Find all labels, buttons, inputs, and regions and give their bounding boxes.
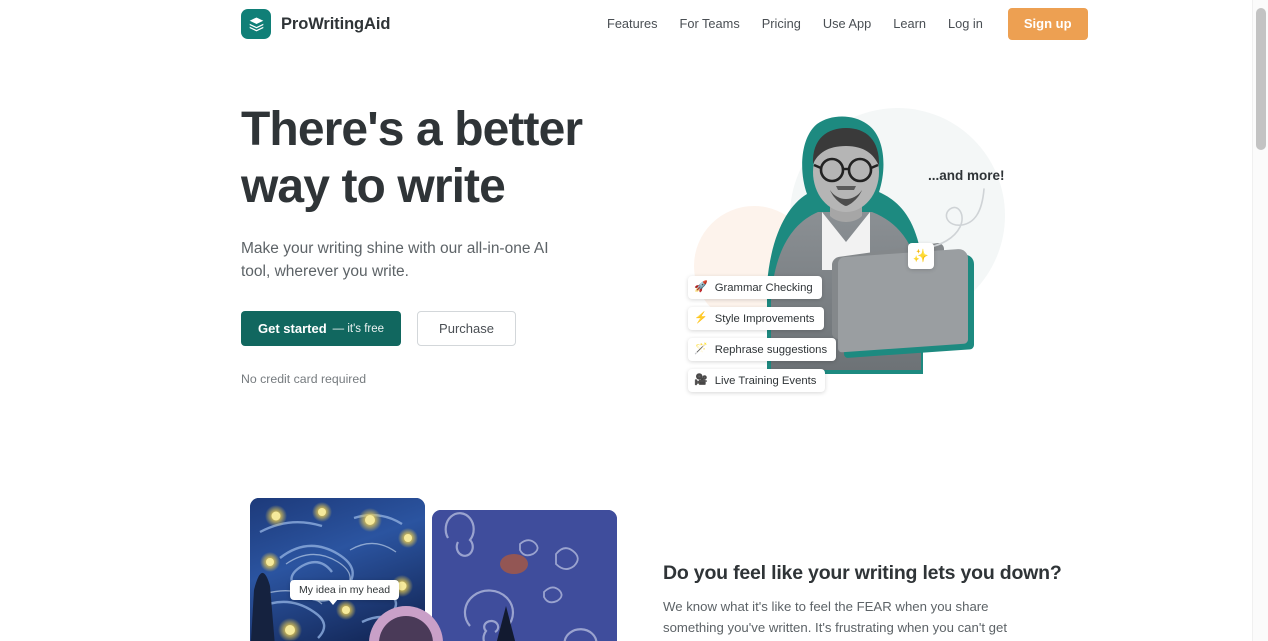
writing-lets-you-down-section: My idea in my head Do you feel like your… bbox=[0, 468, 1252, 641]
feature-chip-label: Rephrase suggestions bbox=[714, 343, 828, 356]
feature-chip-label: Style Improvements bbox=[714, 312, 815, 325]
hero-section: There's a better way to write Make your … bbox=[0, 48, 1252, 468]
lightning-icon: ⚡ bbox=[694, 312, 708, 324]
hero-illustration: ...and more! ✨ 🚀 Grammar Checking ⚡ Styl… bbox=[660, 98, 1020, 428]
get-started-button[interactable]: Get started — it's free bbox=[241, 311, 402, 346]
hero-title-line-2: way to write bbox=[241, 160, 506, 213]
feature-chip-style-improvements: ⚡ Style Improvements bbox=[688, 307, 824, 330]
hero-cta-group: Get started — it's free Purchase bbox=[241, 311, 641, 346]
nav-item-for-teams[interactable]: For Teams bbox=[669, 4, 751, 44]
primary-navigation: Features For Teams Pricing Use App Learn… bbox=[596, 4, 1088, 44]
scrollbar-thumb[interactable] bbox=[1256, 8, 1266, 150]
section2-title: Do you feel like your writing lets you d… bbox=[663, 562, 1062, 584]
sparkle-icon: ✨ bbox=[908, 243, 934, 269]
hero-feature-list: 🚀 Grammar Checking ⚡ Style Improvements … bbox=[688, 276, 837, 392]
feature-chip-live-training-events: 🎥 Live Training Events bbox=[688, 369, 826, 392]
flat-illustration-panel bbox=[432, 510, 617, 641]
sign-up-button[interactable]: Sign up bbox=[1007, 8, 1088, 40]
feature-chip-rephrase-suggestions: 🪄 Rephrase suggestions bbox=[688, 338, 837, 361]
get-started-label: Get started bbox=[258, 321, 327, 336]
magic-wand-icon: 🪄 bbox=[694, 343, 708, 355]
nav-item-features[interactable]: Features bbox=[596, 4, 669, 44]
and-more-annotation: ...and more! bbox=[928, 168, 1005, 183]
hero-subtitle: Make your writing shine with our all-in-… bbox=[241, 240, 549, 280]
hero-title-line-1: There's a better bbox=[241, 103, 583, 156]
brand-logo-link[interactable]: ProWritingAid bbox=[241, 9, 390, 39]
nav-item-use-app[interactable]: Use App bbox=[812, 4, 882, 44]
video-camera-icon: 🎥 bbox=[694, 374, 708, 386]
site-header: ProWritingAid Features For Teams Pricing… bbox=[0, 0, 1252, 48]
book-pages-icon bbox=[241, 9, 271, 39]
no-credit-card-note: No credit card required bbox=[241, 372, 367, 386]
idea-tooltip: My idea in my head bbox=[290, 580, 400, 605]
section2-copy: Do you feel like your writing lets you d… bbox=[663, 562, 1062, 641]
feature-chip-grammar-checking: 🚀 Grammar Checking bbox=[688, 276, 822, 299]
hero-copy: There's a better way to write Make your … bbox=[241, 101, 641, 386]
section2-body: We know what it's like to feel the FEAR … bbox=[663, 599, 1008, 641]
section2-illustration: My idea in my head bbox=[241, 468, 641, 641]
purchase-button[interactable]: Purchase bbox=[417, 311, 516, 346]
vertical-scrollbar[interactable] bbox=[1252, 0, 1268, 641]
nav-item-pricing[interactable]: Pricing bbox=[751, 4, 812, 44]
page-root: ProWritingAid Features For Teams Pricing… bbox=[0, 0, 1268, 641]
brand-name: ProWritingAid bbox=[281, 14, 391, 33]
sparkle-glyph: ✨ bbox=[912, 248, 930, 263]
rocket-icon: 🚀 bbox=[694, 281, 708, 293]
page-title: There's a better way to write bbox=[241, 101, 641, 215]
get-started-suffix: — it's free bbox=[332, 322, 385, 335]
feature-chip-label: Live Training Events bbox=[714, 374, 817, 387]
feature-chip-label: Grammar Checking bbox=[714, 281, 813, 294]
nav-item-log-in[interactable]: Log in bbox=[937, 4, 994, 44]
nav-item-learn[interactable]: Learn bbox=[882, 4, 937, 44]
